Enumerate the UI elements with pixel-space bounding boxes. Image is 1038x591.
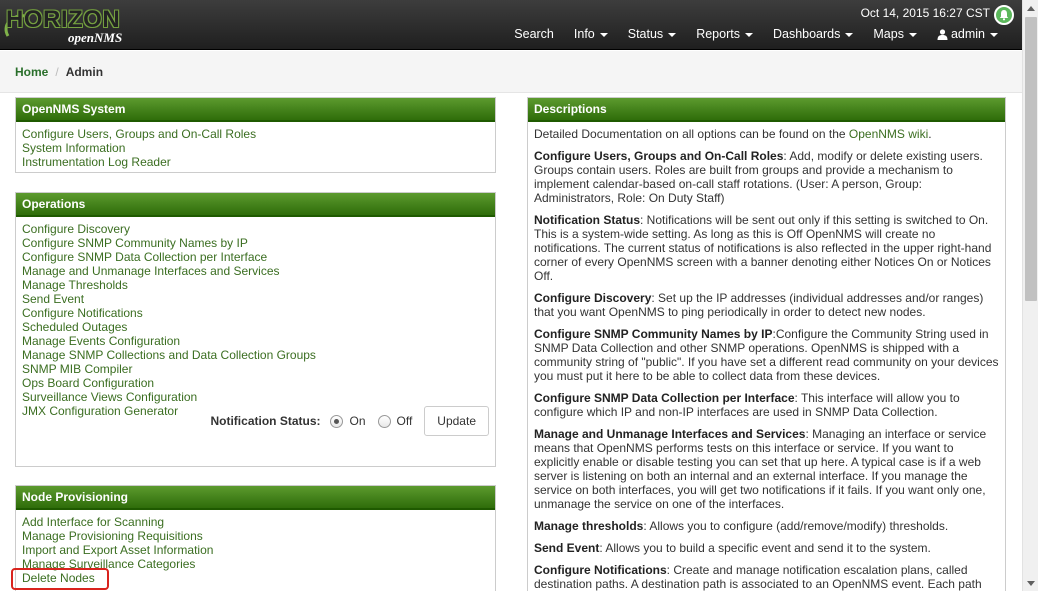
notification-off-radio[interactable]	[377, 414, 391, 428]
link-send-event[interactable]: Send Event	[22, 292, 489, 306]
top-navbar: HORIZON openNMS Oct 14, 2015 16:27 CST S…	[0, 0, 1022, 50]
link-snmp-mib-compiler[interactable]: SNMP MIB Compiler	[22, 362, 489, 376]
description-term: Manage thresholds	[534, 519, 644, 533]
server-datetime: Oct 14, 2015 16:27 CST	[860, 6, 990, 20]
descriptions-panel: Descriptions Detailed Documentation on a…	[527, 97, 1006, 591]
nav-info[interactable]: Info	[564, 25, 618, 43]
link-configure-discovery[interactable]: Configure Discovery	[22, 222, 489, 236]
scroll-down-arrow-icon[interactable]	[1023, 575, 1038, 591]
radio-selected-dot	[334, 418, 340, 424]
nav-reports-label: Reports	[696, 27, 740, 41]
description-term: Notification Status	[534, 213, 641, 227]
chevron-down-icon	[845, 32, 854, 37]
link-ops-board-config[interactable]: Ops Board Configuration	[22, 376, 489, 390]
link-add-interface-for-scanning[interactable]: Add Interface for Scanning	[22, 515, 489, 529]
link-snmp-data-collection[interactable]: Configure SNMP Data Collection per Inter…	[22, 250, 489, 264]
panel-title: Descriptions	[528, 98, 1005, 122]
description-term: Configure Notifications	[534, 563, 667, 577]
update-button[interactable]: Update	[424, 406, 489, 436]
description-item: Notification Status: Notifications will …	[534, 213, 999, 283]
descriptions-body: Detailed Documentation on all options ca…	[528, 122, 1005, 591]
description-item: Configure SNMP Data Collection per Inter…	[534, 391, 999, 419]
intro-suffix: .	[928, 127, 932, 141]
opennms-wiki-link[interactable]: OpenNMS wiki	[849, 127, 928, 141]
link-instrumentation-log-reader[interactable]: Instrumentation Log Reader	[22, 155, 489, 169]
nav-maps[interactable]: Maps	[863, 25, 927, 43]
description-text: : Allows you to configure (add/remove/mo…	[643, 519, 949, 533]
link-system-information[interactable]: System Information	[22, 141, 489, 155]
link-manage-events-config[interactable]: Manage Events Configuration	[22, 334, 489, 348]
delete-nodes-highlight	[11, 568, 109, 590]
panel-title: Operations	[16, 193, 495, 217]
link-snmp-community-names[interactable]: Configure SNMP Community Names by IP	[22, 236, 489, 250]
breadcrumb-separator: /	[55, 65, 59, 79]
breadcrumb-current: Admin	[65, 65, 104, 79]
description-term: Configure Users, Groups and On-Call Role…	[534, 149, 784, 163]
description-term: Manage and Unmanage Interfaces and Servi…	[534, 427, 806, 441]
link-configure-users[interactable]: Configure Users, Groups and On-Call Role…	[22, 127, 489, 141]
notification-on-radio[interactable]	[330, 414, 344, 428]
link-manage-thresholds[interactable]: Manage Thresholds	[22, 278, 489, 292]
nav-info-label: Info	[573, 27, 595, 41]
operations-panel: Operations Configure Discovery Configure…	[15, 192, 496, 467]
nav-dashboards-label: Dashboards	[772, 27, 841, 41]
intro-prefix: Detailed Documentation on all options ca…	[534, 127, 849, 141]
main-nav: Search Info Status Reports Dashboards Ma…	[504, 25, 1008, 43]
nav-status-label: Status	[627, 27, 664, 41]
link-configure-notifications[interactable]: Configure Notifications	[22, 306, 489, 320]
scrollbar-thumb[interactable]	[1025, 17, 1037, 301]
opennms-system-panel: OpenNMS System Configure Users, Groups a…	[15, 97, 496, 173]
chevron-down-icon	[668, 32, 677, 37]
panel-title: Node Provisioning	[16, 486, 495, 510]
link-import-export-assets[interactable]: Import and Export Asset Information	[22, 543, 489, 557]
breadcrumb-bar: Home / Admin	[0, 51, 1022, 93]
panel-title: OpenNMS System	[16, 98, 495, 122]
description-term: Configure Discovery	[534, 291, 652, 305]
description-term: Send Event	[534, 541, 600, 555]
logo-sub-text: openNMS	[68, 30, 123, 45]
nav-reports[interactable]: Reports	[686, 25, 763, 43]
description-item: Configure Notifications: Create and mana…	[534, 563, 999, 591]
scroll-up-arrow-icon[interactable]	[1023, 0, 1038, 16]
nav-maps-label: Maps	[873, 27, 904, 41]
nav-user-label: admin	[950, 27, 985, 41]
link-surveillance-views-config[interactable]: Surveillance Views Configuration	[22, 390, 489, 404]
link-manage-provisioning-requisitions[interactable]: Manage Provisioning Requisitions	[22, 529, 489, 543]
link-manage-interfaces[interactable]: Manage and Unmanage Interfaces and Servi…	[22, 264, 489, 278]
chevron-down-icon	[990, 32, 998, 37]
description-item: Configure SNMP Community Names by IP:Con…	[534, 327, 999, 383]
breadcrumb: Home / Admin	[15, 65, 103, 79]
operations-links: Configure Discovery Configure SNMP Commu…	[16, 217, 495, 423]
link-manage-snmp-collections[interactable]: Manage SNMP Collections and Data Collect…	[22, 348, 489, 362]
opennms-system-links: Configure Users, Groups and On-Call Role…	[16, 122, 495, 174]
description-item: Manage and Unmanage Interfaces and Servi…	[534, 427, 999, 511]
chevron-down-icon	[908, 32, 917, 37]
nav-search-label: Search	[514, 27, 554, 41]
description-term: Configure SNMP Data Collection per Inter…	[534, 391, 795, 405]
notifications-bell-icon[interactable]	[994, 5, 1014, 25]
description-item: Configure Discovery: Set up the IP addre…	[534, 291, 999, 319]
nav-status[interactable]: Status	[618, 25, 686, 43]
link-scheduled-outages[interactable]: Scheduled Outages	[22, 320, 489, 334]
description-text: : Allows you to build a specific event a…	[599, 541, 931, 555]
nav-user-menu[interactable]: admin	[927, 25, 1008, 43]
chevron-down-icon	[744, 32, 753, 37]
page-scrollbar[interactable]	[1022, 0, 1038, 591]
descriptions-intro: Detailed Documentation on all options ca…	[534, 127, 999, 141]
notification-status-row: Notification Status: On Off Update	[210, 406, 489, 436]
breadcrumb-home[interactable]: Home	[15, 65, 48, 79]
notification-off-label: Off	[396, 414, 413, 428]
bell-icon	[999, 10, 1009, 21]
notification-on-label: On	[349, 414, 366, 428]
chevron-down-icon	[599, 32, 608, 37]
nav-dashboards[interactable]: Dashboards	[763, 25, 863, 43]
user-icon	[937, 29, 948, 41]
description-item: Configure Users, Groups and On-Call Role…	[534, 149, 999, 205]
description-item: Manage thresholds: Allows you to configu…	[534, 519, 999, 533]
nav-search[interactable]: Search	[504, 25, 564, 43]
notification-status-label: Notification Status:	[210, 414, 321, 428]
description-item: Send Event: Allows you to build a specif…	[534, 541, 999, 555]
description-term: Configure SNMP Community Names by IP	[534, 327, 773, 341]
opennms-logo[interactable]: HORIZON openNMS	[4, 6, 136, 46]
